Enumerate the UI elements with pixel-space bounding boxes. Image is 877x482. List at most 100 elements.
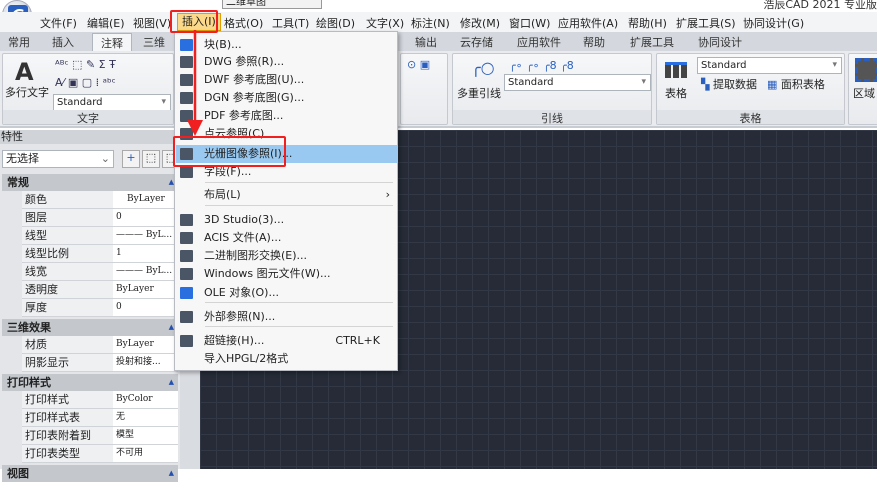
menu-13[interactable]: 扩展工具(S) — [676, 15, 736, 31]
property-row[interactable]: 打印样式 ByColor — [22, 391, 178, 409]
insert-menu-dropdown: 块(B)... DWG 参照(R)... DWF 参考底图(U)... DGN 参考底… — [174, 31, 398, 371]
property-label: 厚度 — [22, 299, 113, 316]
menu-0[interactable]: 文件(F) — [40, 15, 77, 31]
property-value[interactable]: 投射和接... — [113, 354, 178, 371]
property-value[interactable]: ByColor — [113, 391, 178, 408]
property-row[interactable]: 颜色 ByLayer — [22, 191, 178, 209]
property-value[interactable]: 0 — [113, 209, 178, 226]
ribbon-tabs: 常用 插入 注释 三维 输出 云存储 应用软件 帮助 扩展工具 协同设计 — [0, 32, 877, 51]
workspace-dropdown[interactable]: 二维草图 — [222, 0, 322, 9]
acis-icon — [180, 232, 193, 244]
field-icon — [180, 166, 193, 178]
property-row[interactable]: 材质 ByLayer — [22, 336, 178, 354]
text-style-select[interactable]: Standard — [53, 94, 171, 111]
spell-check-icon[interactable]: ᴬᴮᶜ ⬚ ✎ Σ Ŧ — [55, 58, 116, 71]
dxb-icon — [180, 250, 193, 262]
property-value[interactable]: 模型 — [113, 427, 178, 444]
property-label: 打印表类型 — [22, 445, 113, 462]
dim-tools-icon[interactable]: ⊙ ▣ — [407, 58, 430, 71]
region-button[interactable]: 区域 — [853, 85, 875, 101]
table-button[interactable]: 表格 — [665, 85, 687, 101]
property-row[interactable]: 线宽 ——— ByL... — [22, 263, 178, 281]
property-value[interactable]: 不可用 — [113, 445, 178, 462]
property-row[interactable]: 打印表类型 不可用 — [22, 445, 178, 463]
annotation-arrow — [187, 30, 203, 136]
tab-4[interactable]: 输出 — [415, 34, 437, 50]
pickadd-icon[interactable]: + — [122, 150, 140, 168]
menu-item-13[interactable]: OLE 对象(O)... — [176, 284, 398, 302]
menu-item-14[interactable]: 外部参照(N)... — [176, 308, 398, 326]
menu-item-0[interactable]: 块(B)... — [176, 36, 398, 54]
property-row[interactable]: 线型 ——— ByL... — [22, 227, 178, 245]
menu-5[interactable]: 工具(T) — [272, 15, 309, 31]
tab-1[interactable]: 插入 — [52, 34, 74, 50]
property-value[interactable]: ——— ByL... — [113, 227, 178, 244]
property-label: 线型 — [22, 227, 113, 244]
menu-14[interactable]: 协同设计(G) — [743, 15, 804, 31]
menu-item-10[interactable]: ACIS 文件(A)... — [176, 229, 398, 247]
mleader-button[interactable]: 多重引线 — [457, 85, 501, 101]
section-header[interactable]: 视图 — [2, 465, 178, 482]
menu-11[interactable]: 应用软件(A) — [558, 15, 618, 31]
menu-2[interactable]: 视图(V) — [133, 15, 171, 31]
tab-9[interactable]: 协同设计 — [698, 34, 742, 50]
menu-item-16[interactable]: 导入HPGL/2格式 — [176, 350, 398, 368]
property-row[interactable]: 厚度 0 — [22, 299, 178, 317]
property-value[interactable]: 0 — [113, 299, 178, 316]
extract-data-button[interactable]: ▚ 提取数据 — [701, 76, 757, 92]
property-row[interactable]: 透明度 ByLayer — [22, 281, 178, 299]
tab-6[interactable]: 应用软件 — [517, 34, 561, 50]
menu-item-15[interactable]: 超链接(H)... CTRL+K — [176, 332, 398, 350]
property-value[interactable]: 无 — [113, 409, 178, 426]
menu-10[interactable]: 窗口(W) — [509, 15, 550, 31]
menu-7[interactable]: 文字(X) — [366, 15, 404, 31]
property-value[interactable]: ByLayer — [113, 191, 178, 208]
menu-item-9[interactable]: 3D Studio(3)... — [176, 211, 398, 229]
menu-item-4[interactable]: PDF 参考底图... — [176, 107, 398, 125]
tab-2[interactable]: 注释 — [92, 33, 132, 51]
menu-6[interactable]: 绘图(D) — [316, 15, 355, 31]
property-row[interactable]: 打印样式表无 — [22, 409, 178, 427]
menu-separator — [205, 182, 393, 183]
property-row[interactable]: 线型比例 1 — [22, 245, 178, 263]
tab-7[interactable]: 帮助 — [583, 34, 605, 50]
mtext-button[interactable]: 多行文字 — [5, 84, 49, 100]
menu-9[interactable]: 修改(M) — [460, 15, 500, 31]
tab-8[interactable]: 扩展工具 — [630, 34, 674, 50]
menu-4[interactable]: 格式(O) — [224, 15, 263, 31]
property-value[interactable]: ByLayer — [113, 281, 178, 298]
table-panel-label: 表格 — [657, 110, 844, 125]
extract-data-icon: ▚ — [701, 78, 710, 91]
leader-style-select[interactable]: Standard — [504, 74, 651, 91]
property-label: 图层 — [22, 209, 113, 226]
property-value[interactable]: ByLayer — [113, 336, 178, 353]
menu-item-3[interactable]: DGN 参考底图(G)... — [176, 89, 398, 107]
tab-3[interactable]: 三维 — [143, 34, 165, 50]
menu-item-1[interactable]: DWG 参照(R)... — [176, 53, 398, 71]
property-row[interactable]: 阴影显示 投射和接... — [22, 354, 178, 372]
section-header[interactable]: 打印样式 — [2, 374, 178, 391]
section-header[interactable]: 常规 — [2, 174, 178, 191]
menu-item-12[interactable]: Windows 图元文件(W)... — [176, 265, 398, 283]
property-value[interactable]: 1 — [113, 245, 178, 262]
area-table-button[interactable]: ▦ 面积表格 — [767, 76, 825, 92]
section-header[interactable]: 三维效果 — [2, 319, 178, 336]
property-row[interactable]: 打印表附着到 模型 — [22, 427, 178, 445]
menu-1[interactable]: 编辑(E) — [87, 15, 125, 31]
selection-dropdown[interactable]: 无选择 ⌄ — [2, 150, 114, 168]
text-tools-icon[interactable]: A⁄ ▣ ▢ ⁞ ᵃᵇᶜ — [55, 76, 116, 89]
tab-0[interactable]: 常用 — [8, 34, 30, 50]
menu-12[interactable]: 帮助(H) — [628, 15, 667, 31]
property-row[interactable]: 图层 0 — [22, 209, 178, 227]
menu-item-label: PDF 参考底图... — [204, 109, 284, 122]
menu-item-11[interactable]: 二进制图形交换(E)... — [176, 247, 398, 265]
menu-8[interactable]: 标注(N) — [411, 15, 450, 31]
leader-tools-icon[interactable]: ╭∘ ╭∘ ╭8 ╭8 — [509, 59, 574, 72]
table-panel: 表格 Standard ▚ 提取数据 ▦ 面积表格 表格 — [656, 53, 845, 125]
menu-item-2[interactable]: DWF 参考底图(U)... — [176, 71, 398, 89]
tab-5[interactable]: 云存储 — [460, 34, 493, 50]
menu-item-8[interactable]: 布局(L) › — [176, 186, 398, 204]
select-objects-icon[interactable]: ⬚ — [142, 150, 160, 168]
property-value[interactable]: ——— ByL... — [113, 263, 178, 280]
table-style-select[interactable]: Standard — [697, 57, 842, 74]
